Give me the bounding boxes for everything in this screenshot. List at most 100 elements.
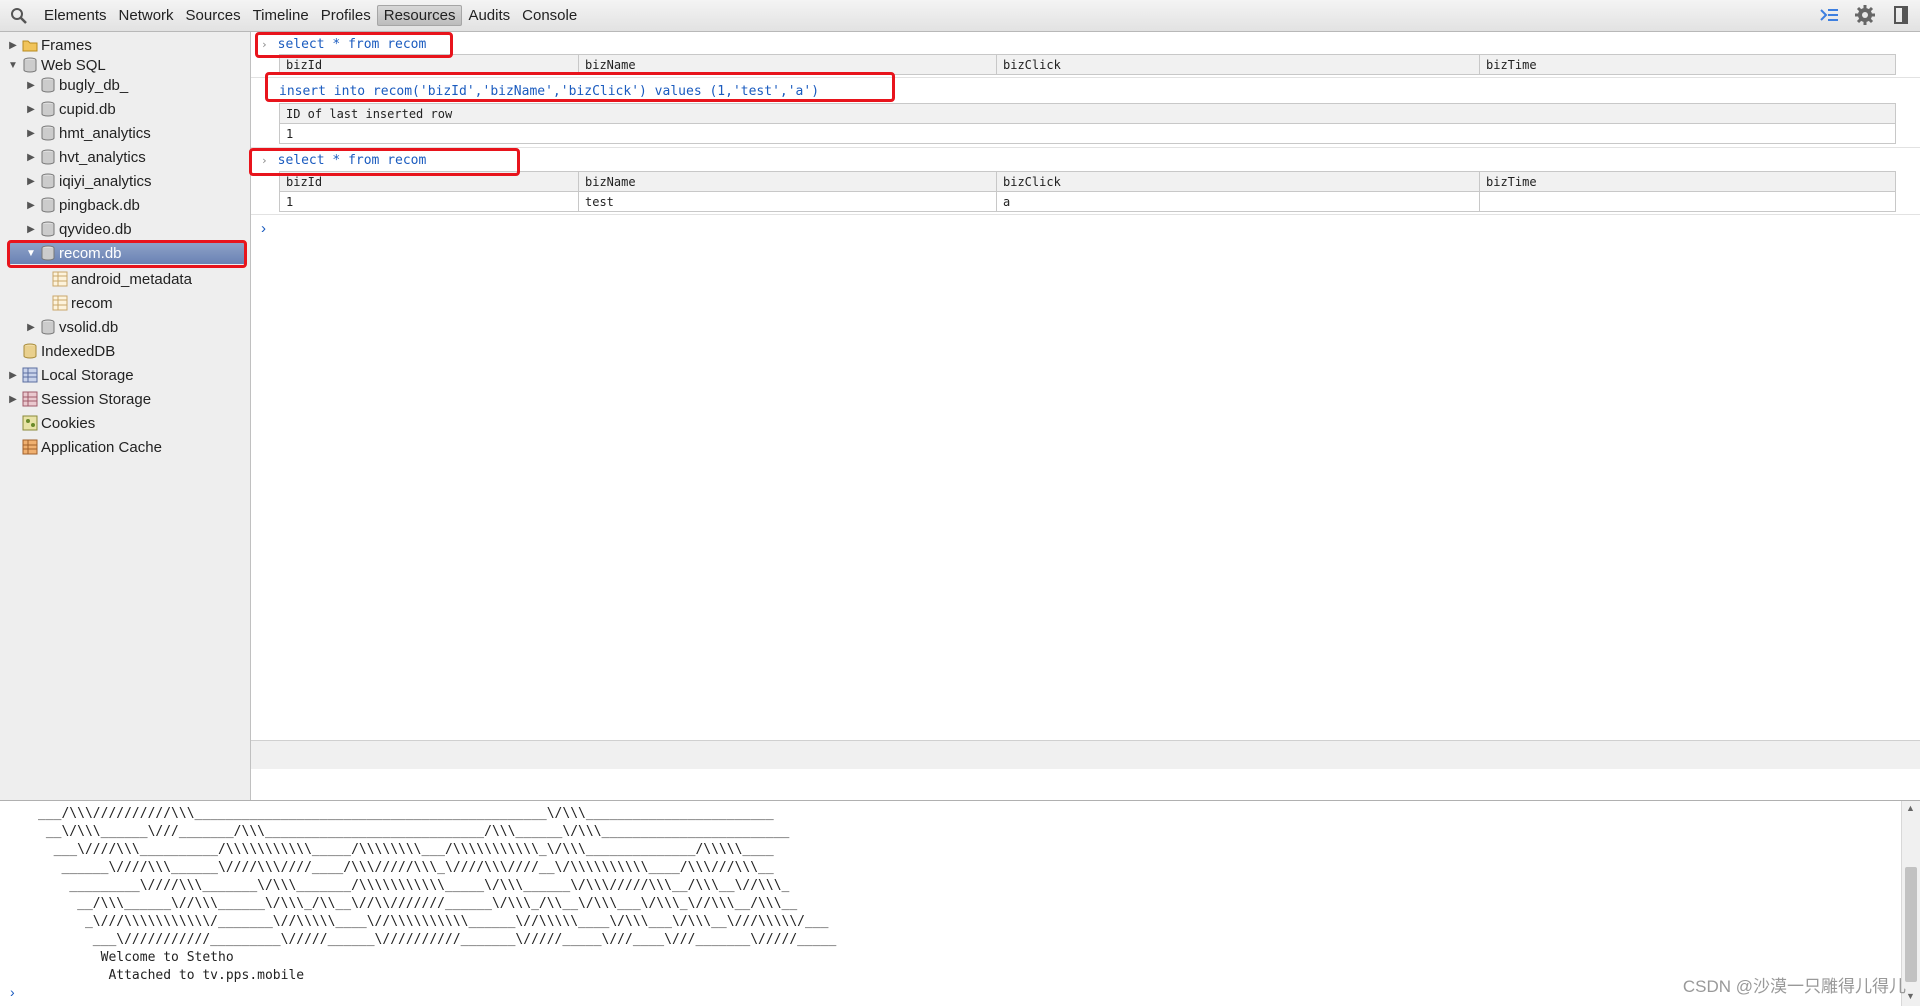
tree-label: hmt_analytics: [59, 124, 151, 142]
tree-websql[interactable]: ▼ Web SQL: [8, 54, 106, 76]
tree-label: cupid.db: [59, 100, 116, 118]
dock-icon[interactable]: [1890, 4, 1912, 26]
expand-arrow-icon[interactable]: ▶: [26, 152, 36, 163]
tree-label: qyvideo.db: [59, 220, 132, 238]
collapse-arrow-icon[interactable]: ▼: [8, 60, 18, 71]
tree-db-hvt[interactable]: ▶ hvt_analytics: [26, 146, 146, 168]
tree-label: Frames: [41, 36, 92, 54]
column-header: bizName: [578, 54, 997, 75]
expand-arrow-icon[interactable]: ▶: [26, 80, 36, 91]
divider: [251, 147, 1920, 148]
table-cell: 1: [279, 191, 579, 212]
database-icon: [40, 197, 56, 213]
tree-label: IndexedDB: [41, 342, 116, 360]
tree-label: Local Storage: [41, 366, 134, 384]
tree-db-hmt[interactable]: ▶ hmt_analytics: [26, 122, 151, 144]
app-cache-icon: [22, 439, 38, 455]
console-drawer: ___/\\\//////////\\\____________________…: [0, 800, 1920, 1006]
database-icon: [40, 173, 56, 189]
result-table-2: ID of last inserted row 1: [279, 103, 1896, 144]
column-header: bizClick: [996, 54, 1480, 75]
database-icon: [40, 149, 56, 165]
sql-input-prompt[interactable]: ›: [261, 218, 266, 238]
scroll-up-icon[interactable]: ▲: [1906, 803, 1915, 813]
tab-profiles[interactable]: Profiles: [315, 6, 377, 25]
storage-grid-icon: [22, 367, 38, 383]
expand-arrow-icon[interactable]: ▶: [26, 224, 36, 235]
expand-arrow-icon[interactable]: ▶: [26, 128, 36, 139]
tab-network[interactable]: Network: [113, 6, 180, 25]
tab-resources[interactable]: Resources: [376, 5, 463, 26]
tree-cookies[interactable]: Cookies: [22, 412, 95, 434]
database-icon: [40, 245, 56, 261]
tree-label: recom: [71, 294, 113, 312]
column-header: bizId: [279, 54, 579, 75]
resources-sidebar: ▶ Frames ▼ Web SQL ▶ bugly_db_ ▶ cupid.d…: [0, 32, 251, 800]
tree-db-bugly[interactable]: ▶ bugly_db_: [26, 74, 128, 96]
database-icon: [22, 343, 38, 359]
search-icon[interactable]: [10, 7, 28, 25]
expand-arrow-icon[interactable]: ▶: [8, 370, 18, 381]
sql-text: select * from recom: [277, 152, 427, 168]
tree-indexeddb[interactable]: IndexedDB: [22, 340, 115, 362]
expand-arrow-icon[interactable]: ▶: [26, 322, 36, 333]
tree-app-cache[interactable]: Application Cache: [22, 436, 162, 458]
tree-label: bugly_db_: [59, 76, 129, 94]
tree-local-storage[interactable]: ▶ Local Storage: [8, 364, 134, 386]
stetho-banner: ___/\\\//////////\\\____________________…: [38, 806, 837, 983]
tree-db-qyvideo[interactable]: ▶ qyvideo.db: [26, 218, 132, 240]
tree-db-iqiyi[interactable]: ▶ iqiyi_analytics: [26, 170, 151, 192]
tab-elements[interactable]: Elements: [38, 6, 113, 25]
gear-icon[interactable]: [1854, 4, 1876, 26]
chevron-right-icon: ›: [261, 37, 268, 51]
collapse-arrow-icon[interactable]: ▼: [26, 248, 36, 259]
table-cell: test: [578, 191, 997, 212]
expand-arrow-icon[interactable]: ▶: [26, 200, 36, 211]
chevron-right-icon: ›: [261, 153, 268, 167]
tab-timeline[interactable]: Timeline: [247, 6, 315, 25]
tree-label: android_metadata: [71, 270, 192, 288]
tree-table-recom[interactable]: recom: [52, 292, 113, 314]
expand-arrow-icon[interactable]: ▶: [8, 394, 18, 405]
sql-command-2: insert into recom('bizId','bizName','biz…: [279, 81, 819, 101]
storage-grid-icon: [22, 391, 38, 407]
sql-status-bar: [251, 740, 1920, 769]
tree-frames[interactable]: ▶ Frames: [8, 34, 92, 56]
tree-label: recom.db: [59, 244, 122, 262]
scrollbar-thumb[interactable]: [1905, 867, 1917, 982]
column-header: bizName: [578, 171, 997, 192]
console-input-prompt[interactable]: ›: [10, 984, 15, 1000]
table-icon: [52, 271, 68, 287]
tree-db-cupid[interactable]: ▶ cupid.db: [26, 98, 116, 120]
tree-db-pingback[interactable]: ▶ pingback.db: [26, 194, 140, 216]
folder-icon: [22, 37, 38, 53]
tree-label: Web SQL: [41, 56, 106, 74]
sql-command-3: › select * from recom: [261, 150, 426, 170]
tree-label: Session Storage: [41, 390, 152, 408]
tree-label: Cookies: [41, 414, 96, 432]
tab-audits[interactable]: Audits: [462, 6, 516, 25]
tree-db-vsolid[interactable]: ▶ vsolid.db: [26, 316, 118, 338]
expand-arrow-icon[interactable]: ▶: [8, 40, 18, 51]
database-icon: [40, 101, 56, 117]
sql-console-panel: › select * from recom bizId bizName bizC…: [249, 32, 1920, 769]
result-table-3: bizId bizName bizClick bizTime 1 test a: [279, 171, 1896, 212]
chevron-right-icon: ›: [261, 219, 266, 237]
expand-arrow-icon[interactable]: ▶: [26, 104, 36, 115]
cookie-icon: [22, 415, 38, 431]
sql-text: select * from recom: [277, 36, 427, 52]
expand-arrow-icon[interactable]: ▶: [26, 176, 36, 187]
tab-sources[interactable]: Sources: [180, 6, 247, 25]
drawer-toggle-icon[interactable]: [1818, 4, 1840, 26]
tree-table-android-metadata[interactable]: android_metadata: [52, 268, 192, 290]
table-icon: [52, 295, 68, 311]
tree-db-recom[interactable]: ▼ recom.db: [8, 242, 246, 264]
scroll-down-icon[interactable]: ▼: [1906, 991, 1915, 1001]
database-icon: [40, 77, 56, 93]
table-cell: 1: [279, 123, 1896, 144]
column-header: bizId: [279, 171, 579, 192]
database-icon: [40, 125, 56, 141]
sql-command-1: › select * from recom: [261, 34, 426, 54]
tab-console[interactable]: Console: [516, 6, 583, 25]
tree-session-storage[interactable]: ▶ Session Storage: [8, 388, 151, 410]
